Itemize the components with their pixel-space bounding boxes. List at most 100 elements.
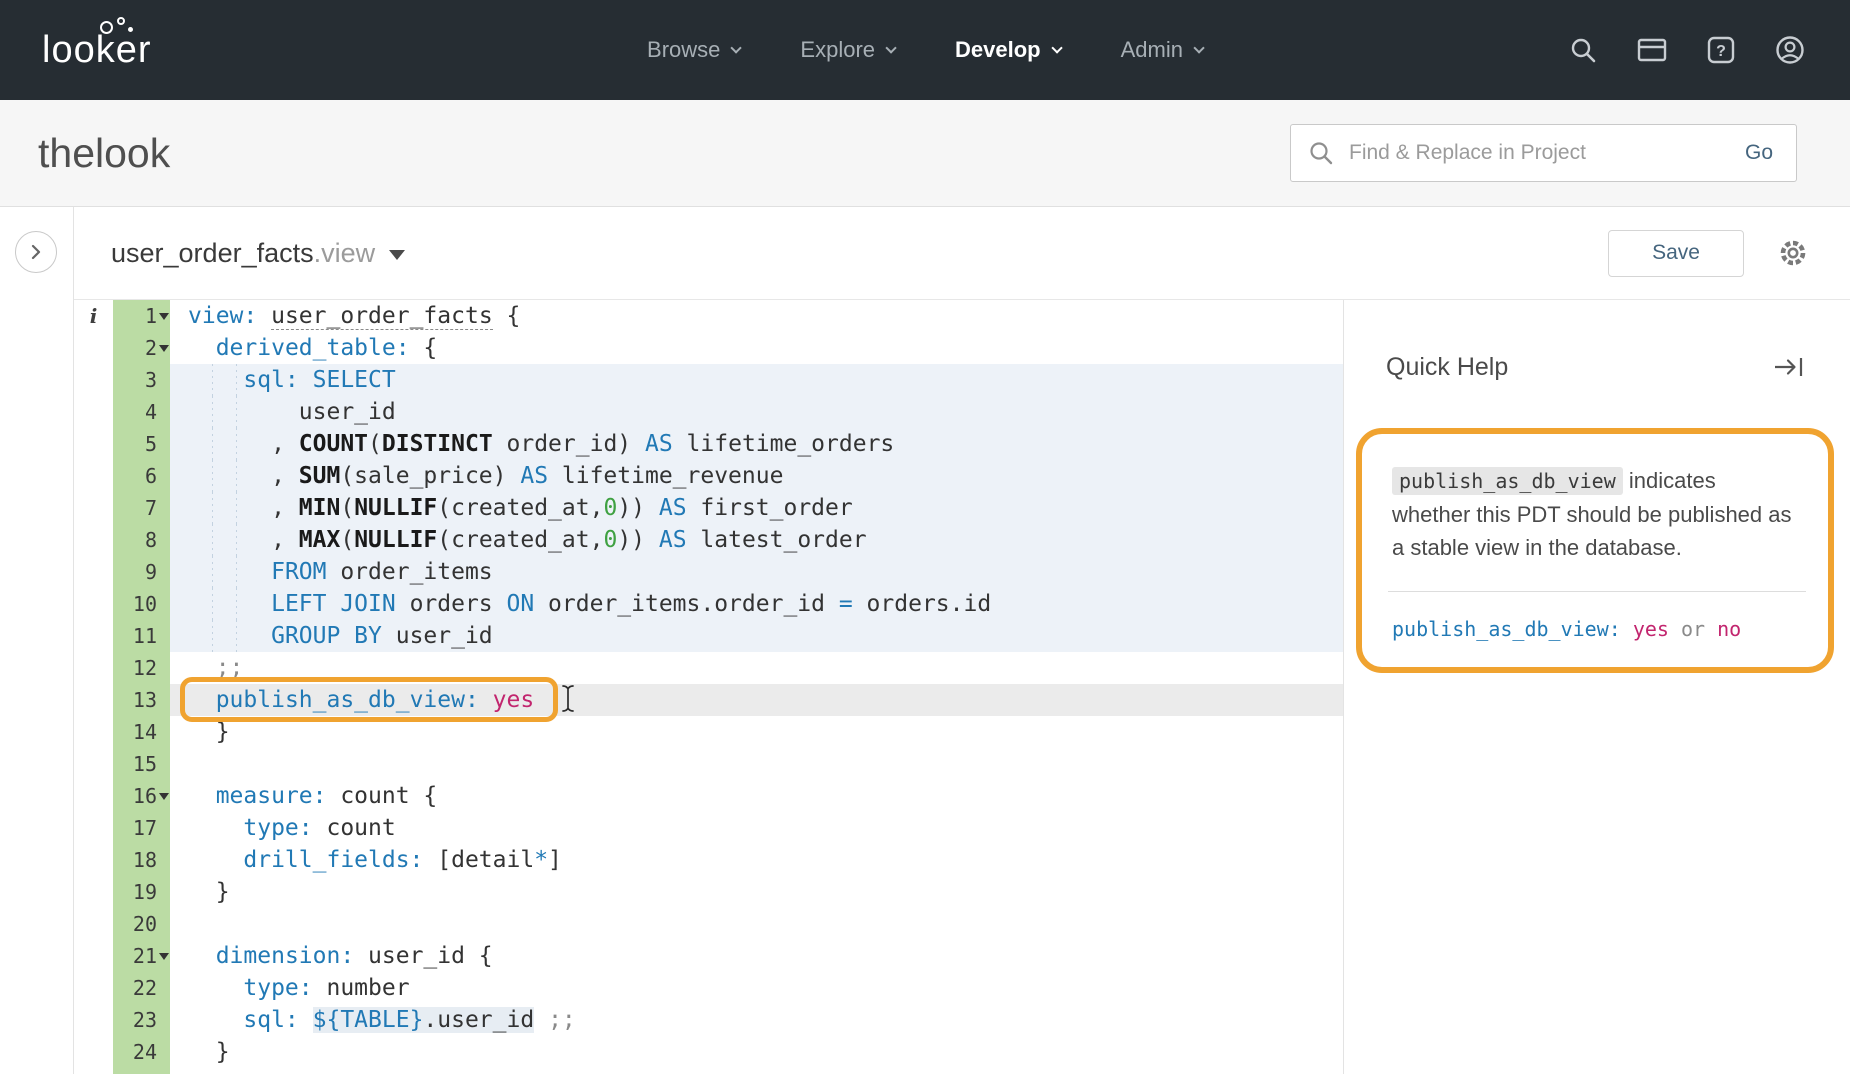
code-editor: i 12345678910111213141516171819202122232… [74,299,1850,1074]
gutter-line[interactable]: 22 [113,972,170,1004]
gutter-line[interactable]: 23 [113,1004,170,1036]
info-icon[interactable]: i [74,300,113,332]
gutter-line[interactable]: 10 [113,588,170,620]
code-line[interactable]: FROM order_items [170,556,1343,588]
nav-item-develop[interactable]: Develop [955,37,1061,63]
gutter-line[interactable]: 6 [113,460,170,492]
fold-caret-icon[interactable] [159,793,169,800]
code-line[interactable]: } [170,1036,1343,1068]
gutter-line[interactable]: 3 [113,364,170,396]
divider [1388,591,1806,592]
chevron-down-icon [389,250,405,260]
nav-item-label: Admin [1121,37,1183,63]
nav-icons: ? [1568,34,1806,66]
gutter-lines: 123456789101112131415161718192021222324 [113,300,170,1074]
code-line[interactable]: ;; [170,652,1343,684]
gutter-line[interactable]: 7 [113,492,170,524]
code-line[interactable]: type: number [170,972,1343,1004]
search-icon[interactable] [1568,35,1598,65]
quick-help-signature: publish_as_db_view: yes or no [1392,617,1798,641]
chevron-down-icon [731,42,742,53]
code-line[interactable]: dimension: user_id { [170,940,1343,972]
code-line[interactable]: , SUM(sale_price) AS lifetime_revenue [170,460,1343,492]
gutter-line[interactable]: 14 [113,716,170,748]
code-line[interactable]: measure: count { [170,780,1343,812]
nav-item-explore[interactable]: Explore [800,37,895,63]
find-replace-box: Go [1290,124,1797,182]
gutter-line[interactable]: 17 [113,812,170,844]
gutter-line[interactable]: 4 [113,396,170,428]
expand-sidebar-button[interactable] [15,231,57,273]
help-icon[interactable]: ? [1706,35,1736,65]
gutter-line[interactable]: 16 [113,780,170,812]
code-line[interactable]: } [170,716,1343,748]
code-line[interactable]: user_id [170,396,1343,428]
code-line[interactable]: , COUNT(DISTINCT order_id) AS lifetime_o… [170,428,1343,460]
nav-item-label: Browse [647,37,720,63]
looker-logo[interactable]: looker [42,29,152,72]
quick-help-header: Quick Help [1344,352,1850,382]
quick-help-panel: Quick Help publish_as_db_view indicates … [1343,300,1850,1074]
go-button[interactable]: Go [1722,125,1796,181]
window-icon[interactable] [1636,36,1668,64]
code-line[interactable]: GROUP BY user_id [170,620,1343,652]
main-area: user_order_facts.view Save i 12345678910… [0,207,1850,1074]
gutter-line[interactable]: 24 [113,1036,170,1068]
code-term-chip: publish_as_db_view [1392,467,1623,495]
collapse-panel-icon[interactable] [1772,354,1806,380]
code-line[interactable]: derived_table: { [170,332,1343,364]
gutter-line[interactable]: 19 [113,876,170,908]
gutter-line[interactable]: 13 [113,684,170,716]
gutter-line[interactable]: 2 [113,332,170,364]
find-replace-input[interactable] [1349,141,1722,165]
left-rail [0,207,73,1074]
file-title-dropdown[interactable]: user_order_facts.view [111,238,405,269]
code-line[interactable]: , MAX(NULLIF(created_at,0)) AS latest_or… [170,524,1343,556]
save-button[interactable]: Save [1608,230,1744,277]
code-line[interactable]: , MIN(NULLIF(created_at,0)) AS first_ord… [170,492,1343,524]
nav-item-label: Develop [955,37,1041,63]
project-bar: thelook Go [0,100,1850,207]
chevron-down-icon [1051,42,1062,53]
fold-caret-icon[interactable] [159,953,169,960]
file-name: user_order_facts [111,238,314,269]
code-line[interactable]: } [170,876,1343,908]
gutter-line[interactable]: 20 [113,908,170,940]
gutter-line[interactable]: 5 [113,428,170,460]
account-icon[interactable] [1774,34,1806,66]
gutter-line[interactable]: 12 [113,652,170,684]
nav-item-browse[interactable]: Browse [647,37,740,63]
signature-or: or [1681,617,1705,641]
code-line[interactable] [170,748,1343,780]
gutter-line[interactable]: 8 [113,524,170,556]
fold-caret-icon[interactable] [159,313,169,320]
code-line[interactable] [170,908,1343,940]
gutter-line[interactable]: 21 [113,940,170,972]
code-line[interactable]: sql: SELECT [170,364,1343,396]
code-line[interactable]: sql: ${TABLE}.user_id ;; [170,1004,1343,1036]
gutter-line[interactable]: 18 [113,844,170,876]
gutter-line[interactable]: 11 [113,620,170,652]
signature-no: no [1717,617,1741,641]
file-header: user_order_facts.view Save [74,207,1850,299]
gutter-line[interactable]: 9 [113,556,170,588]
gutter-line[interactable]: 1 [113,300,170,332]
code-line[interactable]: LEFT JOIN orders ON order_items.order_id… [170,588,1343,620]
gutter-line[interactable]: 15 [113,748,170,780]
signature-yes: yes [1633,617,1669,641]
chevron-down-icon [885,42,896,53]
gear-icon[interactable] [1776,236,1810,270]
fold-caret-icon[interactable] [159,345,169,352]
editor-panel: user_order_facts.view Save i 12345678910… [73,207,1850,1074]
svg-text:?: ? [1716,43,1726,60]
quick-help-description: publish_as_db_view indicates whether thi… [1392,464,1794,564]
quick-help-title: Quick Help [1386,353,1508,382]
code-line[interactable]: view: user_order_facts { [170,300,1343,332]
top-nav: looker Browse Explore Develop Admin ? [0,0,1850,100]
code-line[interactable]: type: count [170,812,1343,844]
code-lines[interactable]: view: user_order_facts { derived_table: … [170,300,1343,1074]
code-line[interactable]: publish_as_db_view: yes [170,684,1343,716]
file-extension: .view [314,238,376,269]
code-line[interactable]: drill_fields: [detail*] [170,844,1343,876]
nav-item-admin[interactable]: Admin [1121,37,1203,63]
